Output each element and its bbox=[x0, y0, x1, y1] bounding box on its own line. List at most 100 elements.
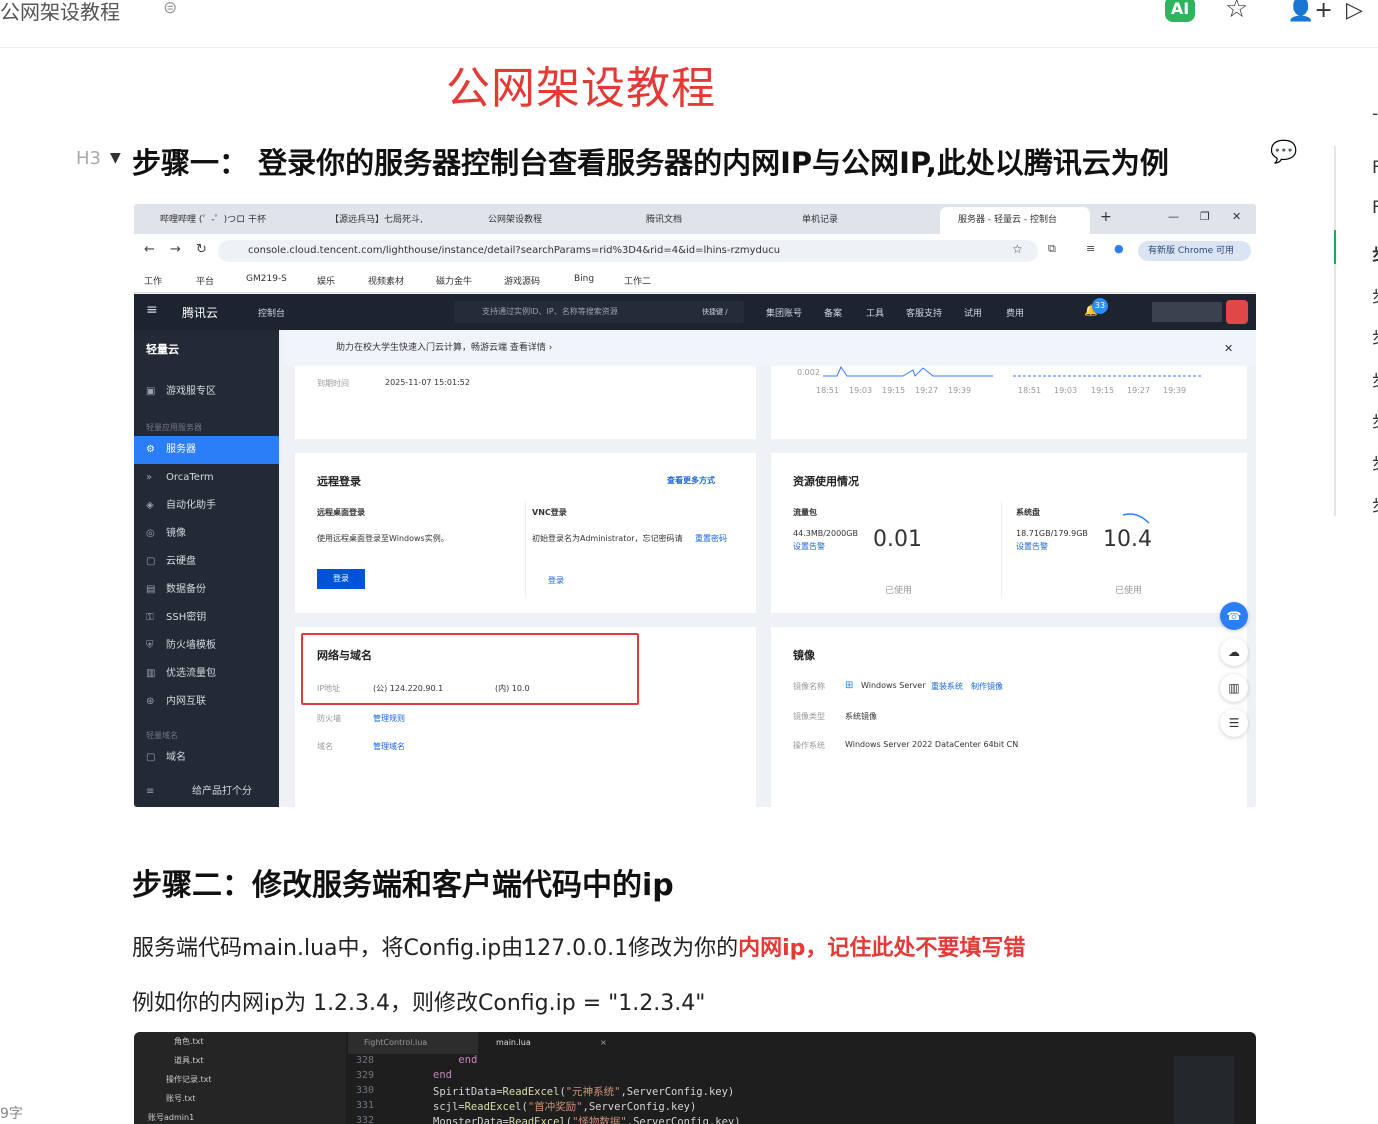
bookmark-star-icon[interactable]: ☆ bbox=[1012, 242, 1023, 256]
console-search-input[interactable]: 支持通过实例ID、IP、名称等搜索资源 bbox=[454, 301, 744, 323]
outline-item[interactable]: 步 bbox=[1372, 323, 1378, 348]
new-tab-icon[interactable]: + bbox=[1100, 204, 1112, 231]
outline-item[interactable]: 步 bbox=[1372, 282, 1378, 307]
cloud-icon[interactable]: ☁ bbox=[1220, 638, 1248, 666]
sidebar-item-disk[interactable]: ▢ 云硬盘 bbox=[134, 548, 279, 576]
outline-item[interactable]: 步 bbox=[1372, 449, 1378, 474]
bookmark-item[interactable]: GM219-S bbox=[246, 274, 287, 284]
banner-close-icon[interactable]: ✕ bbox=[1224, 342, 1233, 355]
sync-icon[interactable]: ⊜ bbox=[163, 0, 177, 18]
highlight-box bbox=[301, 633, 639, 705]
close-window-icon[interactable]: ✕ bbox=[1232, 210, 1241, 223]
bookmark-item[interactable]: Bing bbox=[574, 274, 594, 284]
back-icon[interactable]: ← bbox=[144, 242, 155, 257]
sidebar-item-firewall[interactable]: ⛨ 防火墙模板 bbox=[134, 632, 279, 660]
heading-level-tag[interactable]: H3 bbox=[76, 148, 101, 169]
reinstall-link[interactable]: 重装系统 bbox=[931, 681, 963, 692]
tab-tencent-docs[interactable]: 腾讯文档 bbox=[628, 207, 778, 234]
editor-tab-active[interactable]: main.lua bbox=[480, 1032, 620, 1054]
sidebar-item-game[interactable]: ▣ 游戏服专区 bbox=[134, 378, 279, 406]
file-item[interactable]: 账号.txt bbox=[166, 1093, 196, 1104]
editor-tab[interactable]: FightControl.lua bbox=[348, 1032, 478, 1054]
tab-bilibili[interactable]: 哔哩哔哩 (゜-゜)つロ 干杯 bbox=[142, 207, 302, 234]
forward-icon[interactable]: → bbox=[170, 242, 181, 257]
file-item[interactable]: 账号admin1 bbox=[148, 1112, 194, 1123]
manage-domain-link[interactable]: 管理域名 bbox=[373, 741, 405, 752]
minimize-icon[interactable]: — bbox=[1168, 210, 1179, 223]
bookmark-item[interactable]: 游戏源码 bbox=[504, 274, 540, 287]
avatar[interactable] bbox=[1226, 300, 1248, 324]
outline-item[interactable]: F bbox=[1372, 198, 1378, 218]
restore-icon[interactable]: ❐ bbox=[1200, 210, 1210, 223]
chrome-update-chip[interactable]: 有新版 Chrome 可用 bbox=[1138, 241, 1251, 261]
menu-list-icon[interactable]: ≡ bbox=[1086, 242, 1095, 255]
sidebar-item-image[interactable]: ◎ 镜像 bbox=[134, 520, 279, 548]
sidebar-feedback[interactable]: ≡ 给产品打个分 bbox=[134, 778, 279, 806]
sidebar-item-orcaterm[interactable]: » OrcaTerm bbox=[134, 464, 279, 492]
collapse-caret-icon[interactable]: ▼ bbox=[110, 150, 121, 166]
nav-item[interactable]: 工具 bbox=[866, 306, 884, 319]
sidebar-item-intranet[interactable]: ⊛ 内网互联 bbox=[134, 688, 279, 716]
image-name-label: 镜像名称 bbox=[793, 682, 825, 691]
outline-item[interactable]: 步 bbox=[1372, 240, 1378, 265]
reset-password-link[interactable]: 重置密码 bbox=[695, 533, 727, 544]
rd-login-button[interactable]: 登录 bbox=[317, 569, 365, 589]
file-item[interactable]: 角色.txt bbox=[174, 1036, 204, 1047]
nav-item[interactable]: 集团账号 bbox=[766, 306, 802, 319]
sidebar-item-backup[interactable]: ▤ 数据备份 bbox=[134, 576, 279, 604]
bookmark-item[interactable]: 娱乐 bbox=[317, 274, 335, 287]
play-icon[interactable]: ▷ bbox=[1346, 0, 1363, 23]
bookmark-item[interactable]: 工作 bbox=[144, 274, 162, 287]
sidebar-item-domain[interactable]: ▢ 域名 bbox=[134, 744, 279, 772]
tab-console[interactable]: 服务器 - 轻量云 - 控制台 bbox=[940, 207, 1090, 234]
outline-item[interactable]: F bbox=[1372, 158, 1378, 178]
outline-item[interactable]: - bbox=[1372, 104, 1378, 124]
bookmark-item[interactable]: 平台 bbox=[196, 274, 214, 287]
sidebar-item-traffic[interactable]: ▥ 优选流量包 bbox=[134, 660, 279, 688]
file-item[interactable]: 道具.txt bbox=[174, 1055, 204, 1066]
account-name-blurred[interactable] bbox=[1152, 302, 1222, 322]
ai-button[interactable]: AI bbox=[1165, 0, 1195, 22]
tab-tutorial[interactable]: 公网架设教程 bbox=[470, 207, 620, 234]
sidebar-item-ssh[interactable]: ⚿ SSH密钥 bbox=[134, 604, 279, 632]
code-minimap[interactable] bbox=[1174, 1056, 1234, 1124]
star-icon[interactable]: ☆ bbox=[1225, 0, 1248, 24]
url-field[interactable]: console.cloud.tencent.com/lighthouse/ins… bbox=[218, 240, 1038, 262]
hamburger-icon[interactable]: ≡ bbox=[146, 302, 158, 318]
nav-item[interactable]: 客服支持 bbox=[906, 306, 942, 319]
list-icon[interactable]: ☰ bbox=[1220, 709, 1248, 737]
manage-rules-link[interactable]: 管理规则 bbox=[373, 713, 405, 724]
more-methods-link[interactable]: 查看更多方式 bbox=[667, 475, 715, 486]
vnc-login-button[interactable]: 登录 bbox=[548, 575, 564, 586]
tab-record[interactable]: 单机记录 bbox=[784, 207, 934, 234]
outline-item[interactable]: 步 bbox=[1372, 366, 1378, 391]
comment-icon[interactable]: 💬 bbox=[1270, 140, 1297, 165]
traffic-alert-link[interactable]: 设置告警 bbox=[793, 541, 825, 552]
bookmark-item[interactable]: 视频素材 bbox=[368, 274, 404, 287]
disk-alert-link[interactable]: 设置告警 bbox=[1016, 541, 1048, 552]
file-item[interactable]: 操作记录.txt bbox=[166, 1074, 212, 1085]
close-tab-icon[interactable]: × bbox=[600, 1032, 607, 1054]
add-user-icon[interactable]: 👤+ bbox=[1287, 0, 1333, 23]
nav-item[interactable]: 试用 bbox=[964, 306, 982, 319]
support-icon[interactable]: ☎ bbox=[1220, 602, 1248, 630]
reload-icon[interactable]: ↻ bbox=[196, 242, 207, 257]
bookmark-item[interactable]: 磁力金牛 bbox=[436, 274, 472, 287]
extension-icon[interactable]: ⧉ bbox=[1048, 242, 1056, 256]
sidebar-item-server[interactable]: ⚙ 服务器 bbox=[134, 436, 279, 464]
outline-scrollbar[interactable] bbox=[1334, 146, 1336, 516]
paragraph-1: 服务端代码main.lua中，将Config.ip由127.0.0.1修改为你的… bbox=[132, 930, 1025, 962]
tencent-cloud-logo[interactable]: 腾讯云 bbox=[182, 304, 218, 321]
tab-video[interactable]: 【源远兵马】七局死斗, bbox=[312, 207, 462, 234]
outline-item[interactable]: 步 bbox=[1372, 407, 1378, 432]
make-image-link[interactable]: 制作镜像 bbox=[971, 681, 1003, 692]
promo-banner[interactable]: 助力在校大学生快速入门云计算，畅游云端 查看详情 › bbox=[284, 330, 1256, 366]
console-home-link[interactable]: 控制台 bbox=[258, 306, 285, 319]
outline-item[interactable]: 步 bbox=[1372, 491, 1378, 516]
bookmark-item[interactable]: 工作二 bbox=[624, 274, 651, 287]
profile-icon[interactable]: ● bbox=[1114, 242, 1124, 255]
book-icon[interactable]: ▥ bbox=[1220, 674, 1248, 702]
nav-item[interactable]: 费用 bbox=[1006, 306, 1024, 319]
nav-item[interactable]: 备案 bbox=[824, 306, 842, 319]
sidebar-item-automation[interactable]: ◈ 自动化助手 bbox=[134, 492, 279, 520]
